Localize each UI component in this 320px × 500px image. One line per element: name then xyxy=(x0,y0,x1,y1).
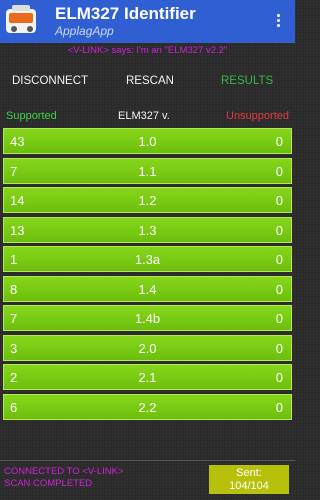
sent-label: Sent: xyxy=(236,467,262,479)
table-row[interactable]: 6 2.2 0 xyxy=(3,393,292,420)
table-row[interactable]: 8 1.4 0 xyxy=(3,275,292,302)
version-label: 1.4 xyxy=(138,281,157,297)
header-unsupported: Unsupported xyxy=(226,110,289,122)
unsupported-count: 0 xyxy=(275,311,283,326)
connected-text: CONNECTED TO <V-LINK> xyxy=(4,466,124,477)
results-button[interactable]: RESULTS xyxy=(221,75,273,87)
table-row[interactable]: 7 1.4b 0 xyxy=(3,305,292,331)
connection-status: CONNECTED TO <V-LINK> SCAN COMPLETED xyxy=(4,466,124,490)
unsupported-count: 0 xyxy=(275,134,283,149)
rescan-button[interactable]: RESCAN xyxy=(126,75,174,87)
car-diagnostic-icon xyxy=(6,5,36,33)
version-label: 1.0 xyxy=(138,134,157,149)
unsupported-count: 0 xyxy=(275,370,283,385)
version-label: 1.1 xyxy=(138,163,157,179)
version-label: 1.2 xyxy=(138,193,157,208)
disconnect-button[interactable]: DISCONNECT xyxy=(12,75,88,87)
unsupported-count: 0 xyxy=(275,252,283,267)
table-row[interactable]: 3 2.0 0 xyxy=(3,334,292,361)
version-label: 2.1 xyxy=(138,370,157,385)
sent-counter: Sent: 104/104 xyxy=(209,465,289,494)
app-title: ELM327 Identifier xyxy=(55,4,196,23)
version-label: 1.4b xyxy=(134,311,161,326)
unsupported-count: 0 xyxy=(275,222,283,238)
unsupported-count: 0 xyxy=(275,193,283,208)
header-supported: Supported xyxy=(6,110,57,122)
unsupported-count: 0 xyxy=(275,281,283,297)
unsupported-count: 0 xyxy=(275,340,283,356)
table-row[interactable]: 1 1.3a 0 xyxy=(3,246,292,272)
version-label: 2.0 xyxy=(138,340,157,356)
app-subtitle: ApplagApp xyxy=(55,24,114,38)
unsupported-count: 0 xyxy=(275,163,283,179)
unsupported-count: 0 xyxy=(275,399,283,415)
table-row[interactable]: 13 1.3 0 xyxy=(3,216,292,243)
version-label: 2.2 xyxy=(138,399,157,415)
table-row[interactable]: 43 1.0 0 xyxy=(3,128,292,154)
overflow-menu-icon[interactable] xyxy=(275,12,281,32)
version-label: 1.3a xyxy=(134,252,161,267)
results-table: 43 1.0 0 7 1.1 0 14 1.2 0 13 1.3 0 1 1.3a 0 8 1.4 0 … xyxy=(3,128,292,423)
sent-value: 104/104 xyxy=(229,480,269,492)
table-row[interactable]: 7 1.1 0 xyxy=(3,157,292,184)
scan-status-text: SCAN COMPLETED xyxy=(4,478,93,489)
table-row[interactable]: 2 2.1 0 xyxy=(3,364,292,390)
app-bar: ELM327 Identifier ApplagApp xyxy=(0,0,295,43)
toolbar: DISCONNECT RESCAN RESULTS xyxy=(0,75,295,95)
version-label: 1.3 xyxy=(138,222,157,238)
table-row[interactable]: 14 1.2 0 xyxy=(3,187,292,213)
header-version: ELM327 v. xyxy=(118,110,170,122)
footer-divider xyxy=(0,460,295,461)
table-header: Supported ELM327 v. Unsupported xyxy=(0,108,295,126)
device-response-text: <V-LINK> says: I'm an "ELM327 v2.2" xyxy=(67,45,228,56)
